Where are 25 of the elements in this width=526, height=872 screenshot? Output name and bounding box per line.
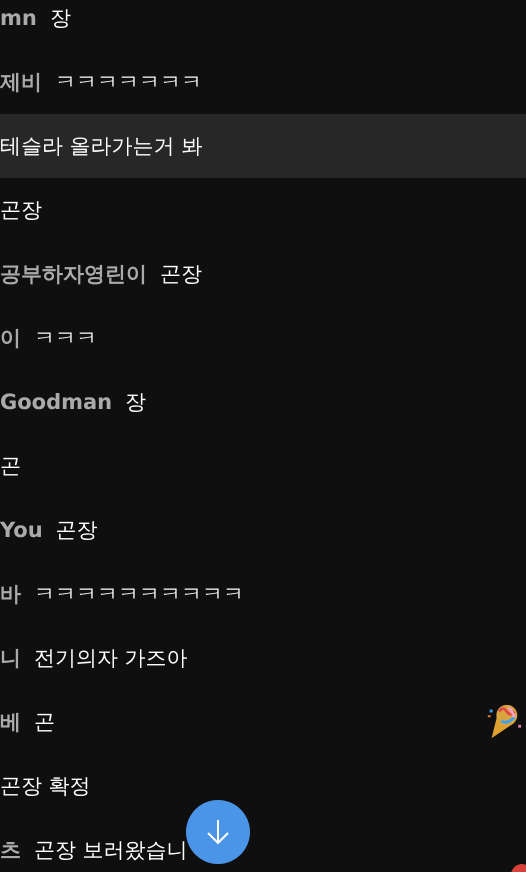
message-text: 곤: [34, 709, 55, 736]
message-text: ㅋㅋㅋㅋㅋㅋㅋㅋㅋㅋ: [34, 581, 244, 608]
message-text: 테슬라 올라가는거 봐: [0, 133, 202, 160]
message-text: 장: [125, 389, 146, 416]
message-text: 곤장: [56, 517, 98, 544]
message-text: ㅋㅋㅋㅋㅋㅋㅋ: [55, 69, 202, 96]
author-name[interactable]: 바: [0, 580, 21, 608]
message-text: ㅋㅋㅋ: [34, 325, 97, 352]
author-name[interactable]: 공부하자영린이: [0, 260, 147, 288]
message-text: 곤장: [0, 197, 42, 224]
author-name[interactable]: 니: [0, 644, 21, 672]
message-text: 곤장 확정: [0, 773, 91, 800]
author-name[interactable]: 츠: [0, 836, 21, 864]
author-name[interactable]: You: [0, 518, 43, 542]
author-name[interactable]: mn: [0, 6, 37, 30]
author-name[interactable]: Goodman: [0, 390, 112, 414]
message-text: 전기의자 가즈아: [34, 645, 188, 672]
message-text: 곤장: [160, 261, 202, 288]
highlighted-message[interactable]: 테슬라 올라가는거 봐: [0, 114, 526, 178]
author-name[interactable]: 제비: [0, 68, 42, 96]
author-name[interactable]: 베: [0, 708, 21, 736]
message-text: 장: [50, 5, 71, 32]
author-name[interactable]: 이: [0, 324, 21, 352]
message-text: 곤장 보러왔습니: [34, 837, 188, 864]
message-text: 곤: [0, 453, 21, 480]
